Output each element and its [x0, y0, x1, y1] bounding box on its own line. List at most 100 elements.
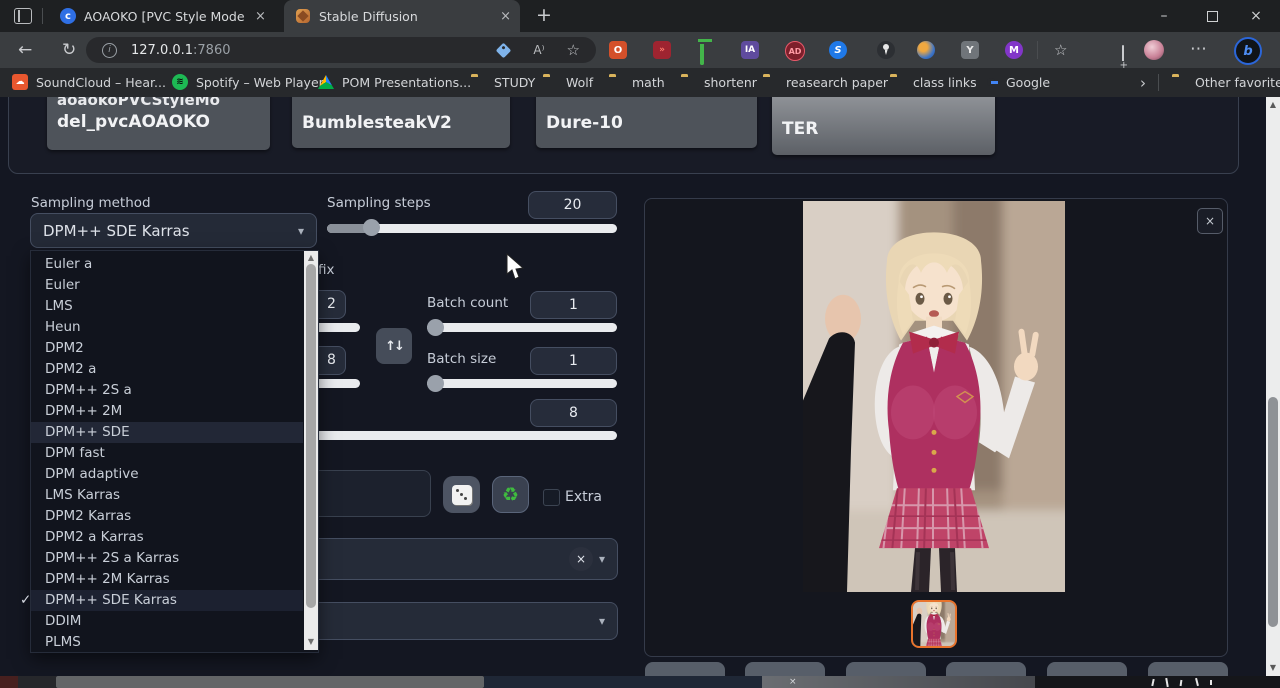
gallery-thumbnail-selected[interactable]: [911, 600, 957, 648]
gallery-action-button[interactable]: [1148, 662, 1228, 676]
batch-count-slider-handle[interactable]: [427, 319, 444, 336]
bookmark-folder-shortenr[interactable]: shortenr: [704, 75, 757, 90]
dropdown-scrollbar[interactable]: ▲ ▼: [304, 251, 318, 650]
shopping-tag-icon[interactable]: [496, 42, 512, 58]
site-info-icon[interactable]: i: [102, 43, 117, 58]
read-aloud-icon[interactable]: A⁾: [533, 43, 544, 57]
sampling-steps-input[interactable]: 20: [528, 191, 617, 219]
model-card-bumblesteakv2[interactable]: BumblesteakV2: [292, 97, 510, 148]
dropdown-option[interactable]: DPM++ 2M Karras: [31, 569, 303, 590]
horizontal-scrollbar[interactable]: ×: [0, 676, 1280, 688]
dropdown-option[interactable]: DPM++ 2S a: [31, 380, 303, 401]
width-input-fragment[interactable]: 2: [318, 290, 346, 319]
batch-size-slider[interactable]: [427, 379, 617, 388]
styles-select-fragment[interactable]: × ▾: [318, 538, 618, 580]
tab-stable-diffusion[interactable]: Stable Diffusion ×: [284, 0, 520, 32]
refresh-icon[interactable]: ↻: [62, 40, 76, 60]
extension-shazam-icon[interactable]: S: [829, 41, 847, 59]
clear-styles-icon[interactable]: ×: [569, 547, 593, 571]
bookmark-folder-reasearch-paper[interactable]: reasearch paper: [786, 75, 888, 90]
favorites-icon[interactable]: ☆: [1054, 41, 1067, 59]
close-gallery-icon[interactable]: ×: [1197, 208, 1223, 234]
extra-seed-checkbox[interactable]: [543, 489, 560, 506]
dropdown-option[interactable]: DPM2 a Karras: [31, 527, 303, 548]
extension-m-icon[interactable]: M: [1005, 41, 1023, 59]
dropdown-option[interactable]: DPM2 a: [31, 359, 303, 380]
dropdown-option[interactable]: Euler a: [31, 254, 303, 275]
model-card-ter[interactable]: TER: [772, 97, 995, 155]
bookmark-spotify[interactable]: Spotify – Web Player: [196, 75, 324, 90]
bookmark-pom[interactable]: POM Presentations...: [342, 75, 471, 90]
dropdown-option[interactable]: Heun: [31, 317, 303, 338]
dropdown-option[interactable]: DPM2 Karras: [31, 506, 303, 527]
bookmarks-overflow-chevron[interactable]: ›: [1140, 74, 1146, 92]
extension-ia-icon[interactable]: IA: [741, 41, 759, 59]
bookmark-soundcloud[interactable]: SoundCloud – Hear...: [36, 75, 166, 90]
extension-y-icon[interactable]: Y: [961, 41, 979, 59]
extension-globe-icon[interactable]: [917, 41, 935, 59]
extension-location-pin-icon[interactable]: [877, 41, 895, 59]
address-bar[interactable]: i 127.0.0.1 :7860 A⁾ ☆: [86, 37, 596, 63]
tab-close-icon[interactable]: ×: [252, 9, 269, 24]
new-tab-button[interactable]: +: [536, 6, 552, 25]
bookmark-folder-wolf[interactable]: Wolf: [566, 75, 593, 90]
dropdown-option[interactable]: DPM++ 2M: [31, 401, 303, 422]
gallery-action-button[interactable]: [946, 662, 1026, 676]
seed-input-fragment[interactable]: [318, 470, 431, 517]
reuse-seed-button[interactable]: ♻: [492, 476, 529, 513]
extension-fast-forward-icon[interactable]: »: [653, 41, 671, 59]
gallery-action-button[interactable]: [846, 662, 926, 676]
random-seed-button[interactable]: [443, 476, 480, 513]
cfg-scale-slider[interactable]: [318, 431, 617, 440]
model-card-dure-10[interactable]: Dure-10: [536, 97, 757, 148]
bookmark-google[interactable]: Google: [1006, 75, 1050, 90]
batch-size-input[interactable]: 1: [530, 347, 617, 375]
scroll-down-icon[interactable]: ▼: [304, 637, 318, 646]
width-slider-fragment[interactable]: [318, 323, 360, 332]
dropdown-option[interactable]: LMS: [31, 296, 303, 317]
close-window-button[interactable]: ×: [1236, 0, 1276, 32]
height-input-fragment[interactable]: 8: [318, 346, 346, 375]
dropdown-option-hovered[interactable]: DPM++ SDE: [31, 422, 303, 443]
bookmark-folder-class-links[interactable]: class links: [913, 75, 977, 90]
more-menu-icon[interactable]: ⋯: [1190, 39, 1207, 59]
bookmark-folder-math[interactable]: math: [632, 75, 665, 90]
extension-trash-icon[interactable]: [700, 44, 704, 65]
dropdown-option[interactable]: DPM2: [31, 338, 303, 359]
other-favorites[interactable]: Other favorites: [1195, 75, 1280, 90]
scroll-up-icon[interactable]: ▲: [304, 253, 318, 262]
dropdown-option[interactable]: PLMS: [31, 632, 303, 653]
tab-close-icon[interactable]: ×: [497, 9, 514, 24]
scroll-down-icon[interactable]: ▼: [1266, 663, 1280, 672]
batch-count-slider[interactable]: [427, 323, 617, 332]
generated-image[interactable]: [803, 201, 1065, 592]
model-card-del-pvcaoaoko[interactable]: aoaokoPVCStyleMo del_pvcAOAOKO: [47, 97, 270, 150]
dropdown-scrollbar-thumb[interactable]: [306, 264, 316, 608]
horizontal-scrollbar-thumb[interactable]: [56, 676, 484, 688]
page-scrollbar-thumb[interactable]: [1268, 397, 1278, 627]
dropdown-option[interactable]: DDIM: [31, 611, 303, 632]
height-slider-fragment[interactable]: [318, 379, 360, 388]
swap-dimensions-button[interactable]: ↑↓: [376, 328, 412, 364]
dropdown-option[interactable]: LMS Karras: [31, 485, 303, 506]
profile-avatar[interactable]: [1144, 40, 1164, 60]
gallery-action-button[interactable]: [1047, 662, 1127, 676]
tab-aoaoko[interactable]: c AOAOKO [PVC Style Model] - PV ×: [50, 0, 282, 32]
sampling-method-select[interactable]: DPM++ SDE Karras ▾: [30, 213, 317, 248]
gallery-action-button[interactable]: [745, 662, 825, 676]
back-icon[interactable]: ←: [18, 40, 32, 60]
add-favorite-icon[interactable]: ☆: [567, 41, 580, 59]
scroll-up-icon[interactable]: ▲: [1266, 100, 1280, 109]
hires-fix-label-fragment[interactable]: fix: [318, 262, 335, 278]
batch-count-input[interactable]: 1: [530, 291, 617, 319]
dropdown-option-selected[interactable]: ✓ DPM++ SDE Karras: [31, 590, 303, 611]
extension-adblock-icon[interactable]: AD: [785, 41, 805, 61]
dropdown-option[interactable]: DPM++ 2S a Karras: [31, 548, 303, 569]
minimize-button[interactable]: –: [1144, 0, 1184, 32]
batch-size-slider-handle[interactable]: [427, 375, 444, 392]
workspaces-icon[interactable]: [14, 8, 32, 24]
cfg-scale-input[interactable]: 8: [530, 399, 617, 427]
bookmark-folder-study[interactable]: STUDY: [494, 75, 535, 90]
page-scrollbar[interactable]: ▲ ▼: [1266, 97, 1280, 676]
sampling-steps-slider-handle[interactable]: [363, 219, 380, 236]
